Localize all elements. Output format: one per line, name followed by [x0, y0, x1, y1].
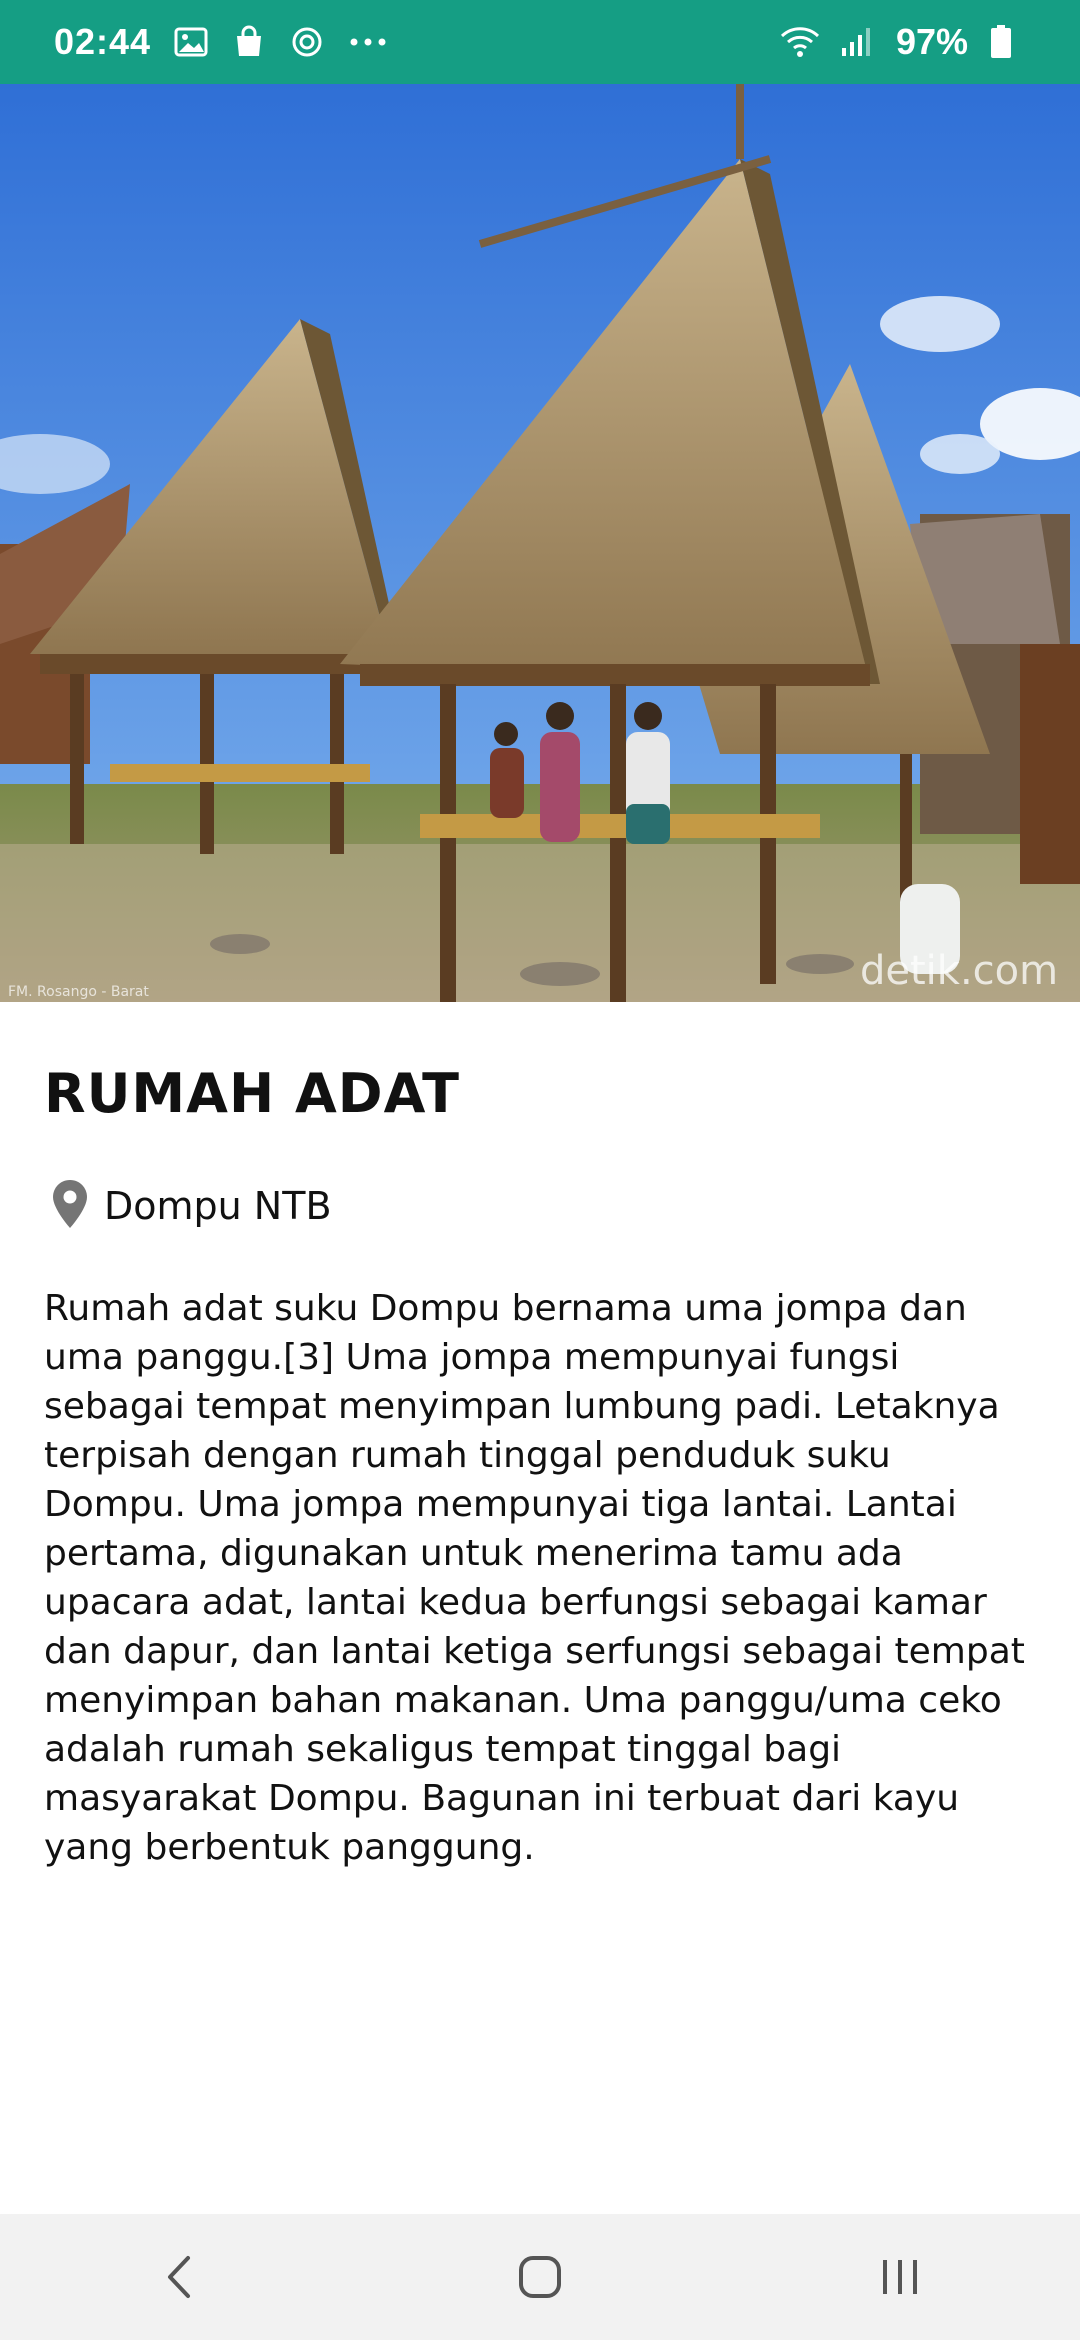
location-pin-icon	[50, 1178, 90, 1234]
navigation-bar	[0, 2214, 1080, 2340]
page-title: RUMAH ADAT	[44, 1062, 461, 1125]
location-text: Dompu NTB	[104, 1184, 332, 1228]
watermark-text: detik.com	[860, 948, 1058, 994]
more-dots-icon	[347, 24, 386, 60]
location-row: Dompu NTB	[50, 1176, 332, 1236]
recents-button[interactable]	[840, 2232, 960, 2322]
status-bar: 02:44 97%	[0, 0, 1080, 84]
recents-bars-icon	[883, 2260, 917, 2294]
status-time: 02:44	[54, 21, 152, 62]
back-button[interactable]	[120, 2232, 240, 2322]
status-left: 02:44	[54, 21, 386, 63]
gallery-icon	[173, 24, 209, 60]
hero-image: detik.com FM. Rosango - Barat	[0, 84, 1080, 1002]
home-square-icon	[519, 2256, 561, 2298]
description-text: Rumah adat suku Dompu bernama uma jompa …	[44, 1288, 1025, 1868]
sync-icon	[289, 24, 325, 60]
shopping-bag-icon	[231, 24, 267, 60]
battery-icon	[990, 24, 1026, 60]
signal-icon	[838, 24, 874, 60]
battery-percent: 97%	[895, 21, 968, 62]
wifi-icon	[780, 24, 819, 60]
home-button[interactable]	[480, 2232, 600, 2322]
photo-credit: FM. Rosango - Barat	[8, 984, 149, 1000]
status-right: 97%	[780, 21, 1026, 63]
back-chevron-icon	[168, 2256, 190, 2298]
